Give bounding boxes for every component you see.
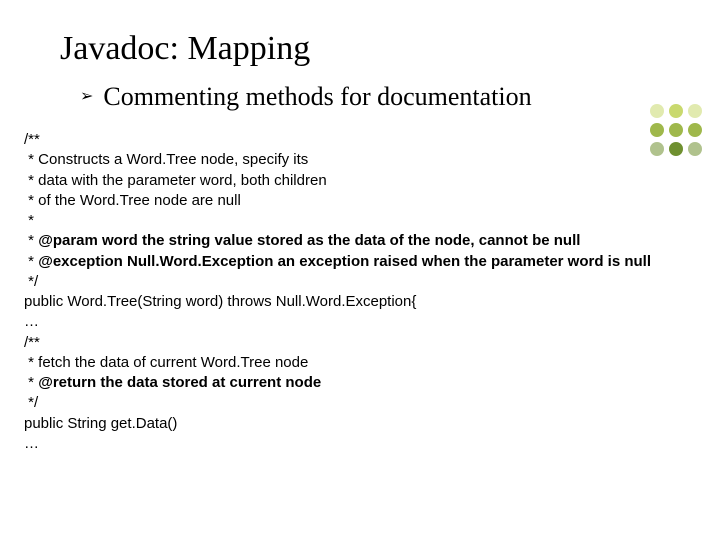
javadoc-tag-exception: @exception	[38, 253, 123, 270]
decorative-dots	[650, 104, 702, 156]
code-line: * of the Word.Tree node are null	[24, 192, 241, 209]
code-line: public Word.Tree(String word) throws Nul…	[24, 293, 416, 310]
code-line: *	[24, 253, 38, 270]
code-line: *	[24, 232, 38, 249]
code-line: …	[24, 435, 39, 452]
javadoc-tag-param: @param	[38, 232, 98, 249]
code-line: the data stored at current node	[96, 374, 321, 391]
code-line: * data with the parameter word, both chi…	[24, 172, 327, 189]
code-line: * fetch the data of current Word.Tree no…	[24, 354, 308, 371]
code-line: */	[24, 394, 38, 411]
code-line: *	[24, 374, 38, 391]
subtitle-row: ➢ Commenting methods for documentation	[80, 82, 700, 112]
slide: Javadoc: Mapping ➢ Commenting methods fo…	[0, 0, 720, 540]
javadoc-tag-return: @return	[38, 374, 96, 391]
code-block: /** * Constructs a Word.Tree node, speci…	[24, 130, 700, 454]
code-line: */	[24, 273, 38, 290]
code-line: Null.Word.Exception an exception raised …	[123, 253, 651, 270]
code-line: * Constructs a Word.Tree node, specify i…	[24, 151, 308, 168]
code-line: word the string value stored as the data…	[98, 232, 581, 249]
bullet-arrow-icon: ➢	[80, 86, 93, 106]
code-line: …	[24, 313, 39, 330]
slide-subtitle: Commenting methods for documentation	[103, 82, 531, 112]
slide-title: Javadoc: Mapping	[60, 30, 700, 68]
code-line: /**	[24, 334, 40, 351]
code-line: *	[24, 212, 34, 229]
code-line: public String get.Data()	[24, 415, 177, 432]
code-line: /**	[24, 131, 40, 148]
